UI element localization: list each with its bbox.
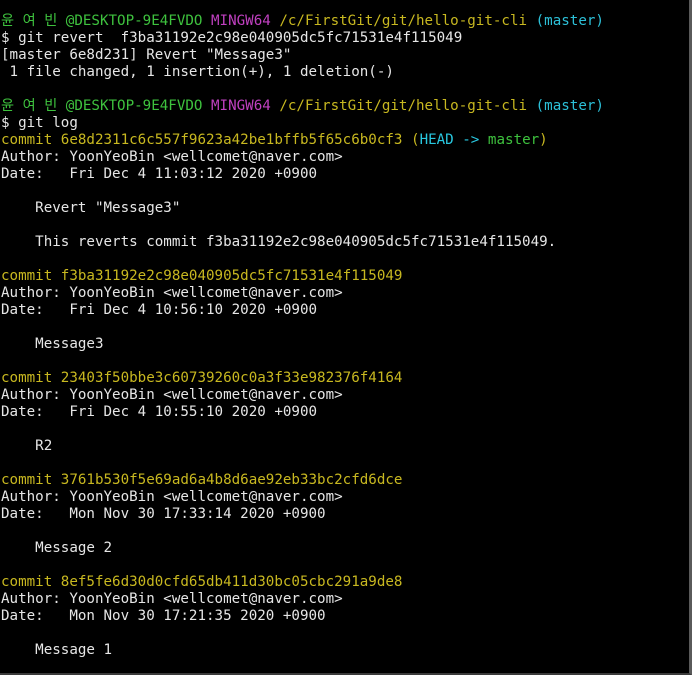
command-text: git log <box>18 115 78 131</box>
commit-line: commit 3761b530f5e69ad6a4b8d6ae92eb33bc2… <box>1 472 689 489</box>
commit-message: Message 1 <box>1 642 113 658</box>
commit-date: Date: Mon Nov 30 17:33:14 2020 +0900 <box>1 506 326 522</box>
prompt-branch: (master) <box>535 98 604 114</box>
terminal-window[interactable]: 윤 여 빈 @DESKTOP-9E4FVDO MINGW64 /c/FirstG… <box>0 0 692 675</box>
output-line: [master 6e8d231] Revert "Message3" <box>1 47 292 63</box>
output-line: 1 file changed, 1 insertion(+), 1 deleti… <box>1 64 394 80</box>
commit-label: commit <box>1 370 53 386</box>
prompt-line: 윤 여 빈 @DESKTOP-9E4FVDO MINGW64 /c/FirstG… <box>1 98 689 115</box>
prompt-user-host: 윤 여 빈 @DESKTOP-9E4FVDO <box>1 98 203 114</box>
commit-hash[interactable]: 23403f50bbe3c60739260c0a3f33e982376f4164 <box>61 370 403 386</box>
commit-author: Author: YoonYeoBin <wellcomet@naver.com> <box>1 285 343 301</box>
commit-body: This reverts commit f3ba31192e2c98e04090… <box>1 234 557 250</box>
commit-line: commit 6e8d2311c6c557f9623a42be1bffb5f65… <box>1 132 689 149</box>
commit-label: commit <box>1 132 53 148</box>
commit-ref-branch: master <box>487 132 540 148</box>
prompt-branch: (master) <box>535 13 604 29</box>
prompt-path: /c/FirstGit/git/hello-git-cli <box>279 98 528 114</box>
commit-date: Date: Fri Dec 4 11:03:12 2020 +0900 <box>1 166 318 182</box>
command-line: $ git revert f3ba31192e2c98e040905dc5fc7… <box>1 30 689 47</box>
commit-refs-close: ) <box>539 132 548 148</box>
commit-line: commit 8ef5fe6d30d0cfd65db411d30bc05cbc2… <box>1 574 689 591</box>
commit-message: Message 2 <box>1 540 113 556</box>
commit-ref-head: HEAD -> <box>419 132 488 148</box>
prompt-symbol: $ <box>1 30 10 46</box>
commit-hash[interactable]: 8ef5fe6d30d0cfd65db411d30bc05cbc291a9de8 <box>61 574 403 590</box>
commit-author: Author: YoonYeoBin <wellcomet@naver.com> <box>1 489 343 505</box>
commit-hash[interactable]: 3761b530f5e69ad6a4b8d6ae92eb33bc2cfd6dce <box>61 472 403 488</box>
prompt-user-host: 윤 여 빈 @DESKTOP-9E4FVDO <box>1 13 203 29</box>
commit-hash[interactable]: f3ba31192e2c98e040905dc5fc71531e4f115049 <box>61 268 403 284</box>
command-line: $ git log <box>1 115 689 132</box>
prompt-symbol: $ <box>1 115 10 131</box>
prompt-path: /c/FirstGit/git/hello-git-cli <box>279 13 528 29</box>
commit-label: commit <box>1 574 53 590</box>
commit-message: R2 <box>1 438 53 454</box>
commit-date: Date: Mon Nov 30 17:21:35 2020 +0900 <box>1 608 326 624</box>
prompt-shell: MINGW64 <box>211 13 271 29</box>
commit-author: Author: YoonYeoBin <wellcomet@naver.com> <box>1 387 343 403</box>
commit-date: Date: Fri Dec 4 10:56:10 2020 +0900 <box>1 302 318 318</box>
command-text: git revert f3ba31192e2c98e040905dc5fc715… <box>18 30 463 46</box>
commit-date: Date: Fri Dec 4 10:55:10 2020 +0900 <box>1 404 318 420</box>
commit-line: commit 23403f50bbe3c60739260c0a3f33e9823… <box>1 370 689 387</box>
commit-message: Message3 <box>1 336 104 352</box>
commit-author: Author: YoonYeoBin <wellcomet@naver.com> <box>1 149 343 165</box>
commit-author: Author: YoonYeoBin <wellcomet@naver.com> <box>1 591 343 607</box>
commit-label: commit <box>1 268 53 284</box>
commit-label: commit <box>1 472 53 488</box>
commit-refs-open: ( <box>411 132 420 148</box>
prompt-line: 윤 여 빈 @DESKTOP-9E4FVDO MINGW64 /c/FirstG… <box>1 13 689 30</box>
prompt-shell: MINGW64 <box>211 98 271 114</box>
commit-message: Revert "Message3" <box>1 200 181 216</box>
commit-hash[interactable]: 6e8d2311c6c557f9623a42be1bffb5f65c6b0cf3 <box>61 132 403 148</box>
commit-line: commit f3ba31192e2c98e040905dc5fc71531e4… <box>1 268 689 285</box>
